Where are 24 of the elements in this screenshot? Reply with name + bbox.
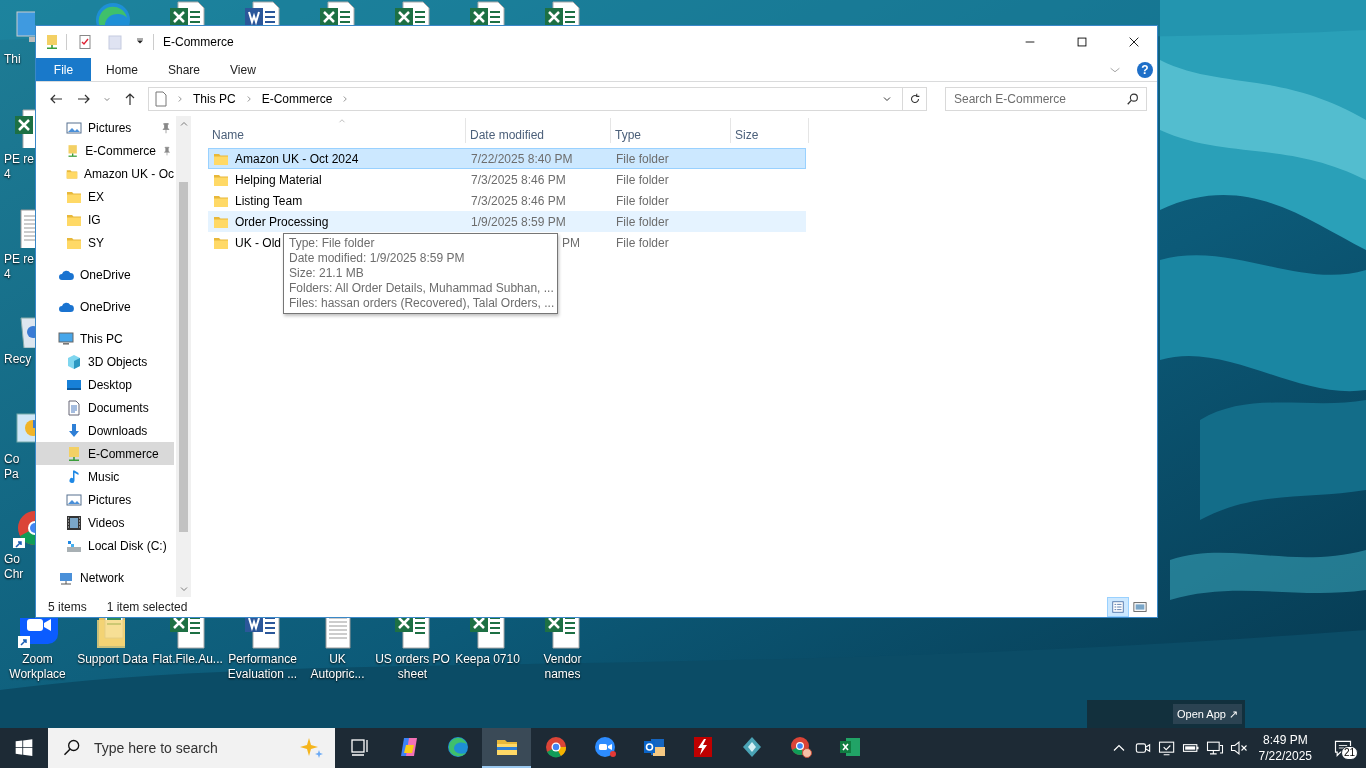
date-modified: 7/22/2025 8:40 PM: [471, 150, 573, 168]
file-type: File folder: [616, 213, 669, 231]
item-count: 5 items: [48, 599, 87, 616]
file-type: File folder: [616, 150, 669, 168]
notification-count: 21: [1340, 746, 1358, 760]
file-type: File folder: [616, 192, 669, 210]
date-modified: 1/9/2025 8:59 PM: [471, 213, 566, 231]
window-title: E-Commerce: [163, 34, 234, 51]
file-name: UK - Old: [235, 234, 281, 252]
date-modified: PM: [562, 234, 580, 252]
selection-count: 1 item selected: [106, 599, 188, 616]
tooltip-line: Date modified: 1/9/2025 8:59 PM: [289, 251, 466, 266]
file-name: Order Processing: [235, 213, 329, 231]
date-modified: 7/3/2025 8:46 PM: [471, 192, 566, 210]
file-type: File folder: [616, 234, 669, 252]
file-name: Helping Material: [235, 171, 322, 189]
tooltip-line: Files: hassan orders (Recovered), Talal Orders, ...: [289, 296, 552, 311]
tooltip-line: Size: 21.1 MB: [289, 266, 365, 281]
file-name: Amazon UK - Oct 2024: [235, 150, 359, 168]
tooltip-line: Folders: All Order Details, Muhammad Subhan, ...: [289, 281, 552, 296]
tooltip-line: Type: File folder: [289, 236, 376, 251]
file-name: Listing Team: [235, 192, 303, 210]
date-modified: 7/3/2025 8:46 PM: [471, 171, 566, 189]
file-type: File folder: [616, 171, 669, 189]
